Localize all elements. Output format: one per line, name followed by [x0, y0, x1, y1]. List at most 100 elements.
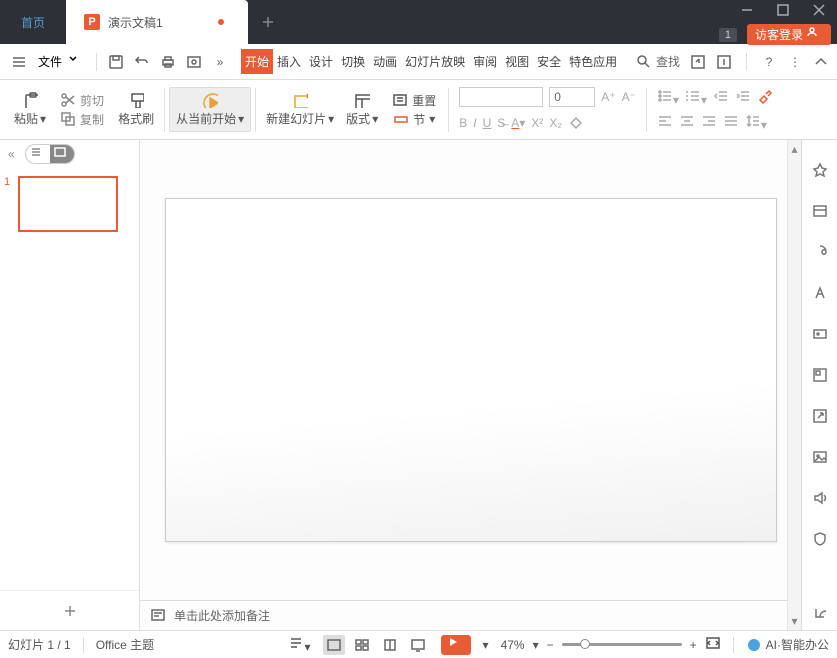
reset-button[interactable]: 重置	[390, 91, 438, 110]
zoom-slider[interactable]	[562, 643, 682, 646]
bold-button[interactable]: B	[459, 116, 467, 130]
tab-insert[interactable]: 插入	[273, 49, 305, 74]
tab-view[interactable]: 视图	[501, 49, 533, 74]
line-spacing-button[interactable]: ▾	[745, 113, 767, 132]
hamburger-button[interactable]	[8, 51, 30, 73]
slide-viewport[interactable]	[140, 140, 801, 600]
outline-view-button[interactable]	[26, 145, 50, 163]
images-button[interactable]	[812, 449, 828, 468]
theme-label[interactable]: Office 主题	[96, 636, 154, 653]
cut-button[interactable]: 剪切	[58, 91, 106, 110]
slideshow-view-button[interactable]	[407, 635, 429, 655]
decrease-indent-button[interactable]	[713, 88, 729, 107]
notes-pane[interactable]: 单击此处添加备注	[140, 600, 801, 630]
thumbnail-item[interactable]: 1	[4, 176, 135, 232]
new-tab-button[interactable]	[248, 0, 288, 44]
paste-button[interactable]: 粘贴▾	[8, 88, 52, 131]
italic-button[interactable]: I	[473, 116, 476, 130]
bullets-button[interactable]: ▾	[657, 88, 679, 107]
highlight-button[interactable]	[757, 88, 773, 107]
play-icon	[448, 637, 464, 653]
reading-view-button[interactable]	[379, 635, 401, 655]
more-qat[interactable]: »	[209, 51, 231, 73]
increase-indent-button[interactable]	[735, 88, 751, 107]
zoom-level[interactable]: 47%	[501, 638, 525, 652]
export-button[interactable]	[716, 54, 732, 70]
new-slide-button[interactable]: 新建幻灯片▾	[260, 88, 340, 131]
undo-button[interactable]	[131, 51, 153, 73]
help-button[interactable]: ?	[761, 54, 777, 70]
tab-review[interactable]: 审阅	[469, 49, 501, 74]
numbering-button[interactable]: ▾	[685, 88, 707, 107]
favorites-button[interactable]	[812, 162, 828, 181]
from-current-button[interactable]: 从当前开始▾	[169, 87, 251, 132]
close-button[interactable]	[801, 0, 837, 20]
format-painter-button[interactable]: 格式刷	[112, 88, 160, 131]
search-button[interactable]: 查找	[636, 53, 680, 70]
zoom-in-button[interactable]: +	[690, 638, 697, 652]
notes-toggle-icon	[289, 635, 305, 651]
themes-button[interactable]	[812, 244, 828, 263]
tab-home[interactable]: 首页	[0, 0, 66, 44]
thumbnail-view-button[interactable]	[50, 145, 74, 163]
tab-features[interactable]: 特色应用	[565, 49, 621, 74]
slide-counter[interactable]: 幻灯片 1 / 1	[8, 636, 71, 653]
tab-design[interactable]: 设计	[305, 49, 337, 74]
normal-view-button[interactable]	[323, 635, 345, 655]
save-button[interactable]	[105, 51, 127, 73]
align-left-button[interactable]	[657, 113, 673, 132]
notification-badge[interactable]: 1	[719, 28, 737, 42]
play-button[interactable]	[441, 635, 471, 655]
share-button[interactable]	[690, 54, 706, 70]
zoom-out-button[interactable]: −	[547, 638, 554, 652]
preview-button[interactable]	[183, 51, 205, 73]
minimize-button[interactable]	[729, 0, 765, 20]
audio-button[interactable]	[812, 490, 828, 509]
increase-font-button[interactable]: A⁺	[601, 90, 615, 104]
tab-start[interactable]: 开始	[241, 49, 273, 74]
decrease-font-button[interactable]: A⁻	[622, 90, 636, 104]
tab-slideshow[interactable]: 幻灯片放映	[401, 49, 469, 74]
slider-handle[interactable]	[580, 639, 590, 649]
notes-toggle-button[interactable]: ▾	[289, 635, 311, 654]
print-button[interactable]	[157, 51, 179, 73]
superscript-button[interactable]: X²	[531, 116, 543, 130]
underline-button[interactable]: U	[483, 116, 492, 130]
collapse-pane-button[interactable]: «	[8, 147, 15, 161]
restore-panel-button[interactable]	[812, 605, 828, 624]
slide[interactable]	[165, 198, 777, 542]
collapse-ribbon-button[interactable]	[813, 54, 829, 70]
section-button[interactable]: 节▾	[391, 110, 437, 129]
tab-document[interactable]: P 演示文稿1	[66, 0, 248, 44]
chevron-up-icon	[813, 54, 829, 70]
link-button[interactable]	[812, 408, 828, 427]
add-slide-button[interactable]	[0, 590, 139, 630]
fit-button[interactable]	[705, 635, 721, 654]
text-style-button[interactable]	[812, 285, 828, 304]
ai-button[interactable]: AI·智能办公	[746, 636, 829, 653]
sorter-view-button[interactable]	[351, 635, 373, 655]
resources-button[interactable]	[812, 367, 828, 386]
subscript-button[interactable]: X₂	[549, 116, 562, 130]
vertical-scrollbar[interactable]: ▴ ▾	[787, 140, 801, 630]
security-button[interactable]	[812, 531, 828, 550]
tab-security[interactable]: 安全	[533, 49, 565, 74]
more-button[interactable]: ⋮	[787, 54, 803, 70]
font-color-button[interactable]: A▾	[511, 116, 525, 130]
maximize-button[interactable]	[765, 0, 801, 20]
font-family-select[interactable]	[459, 87, 543, 107]
copy-button[interactable]: 复制	[58, 110, 106, 129]
file-menu[interactable]: 文件	[34, 53, 88, 70]
align-justify-button[interactable]	[723, 113, 739, 132]
align-right-button[interactable]	[701, 113, 717, 132]
materials-button[interactable]	[812, 326, 828, 345]
strike-button[interactable]: S̶	[497, 116, 505, 130]
tab-transition[interactable]: 切换	[337, 49, 369, 74]
layout-button[interactable]: 版式▾	[340, 88, 384, 131]
login-button[interactable]: 访客登录	[747, 24, 831, 45]
clear-format-button[interactable]	[568, 113, 584, 132]
font-size-select[interactable]	[549, 87, 595, 107]
templates-button[interactable]	[812, 203, 828, 222]
tab-animation[interactable]: 动画	[369, 49, 401, 74]
align-center-button[interactable]	[679, 113, 695, 132]
